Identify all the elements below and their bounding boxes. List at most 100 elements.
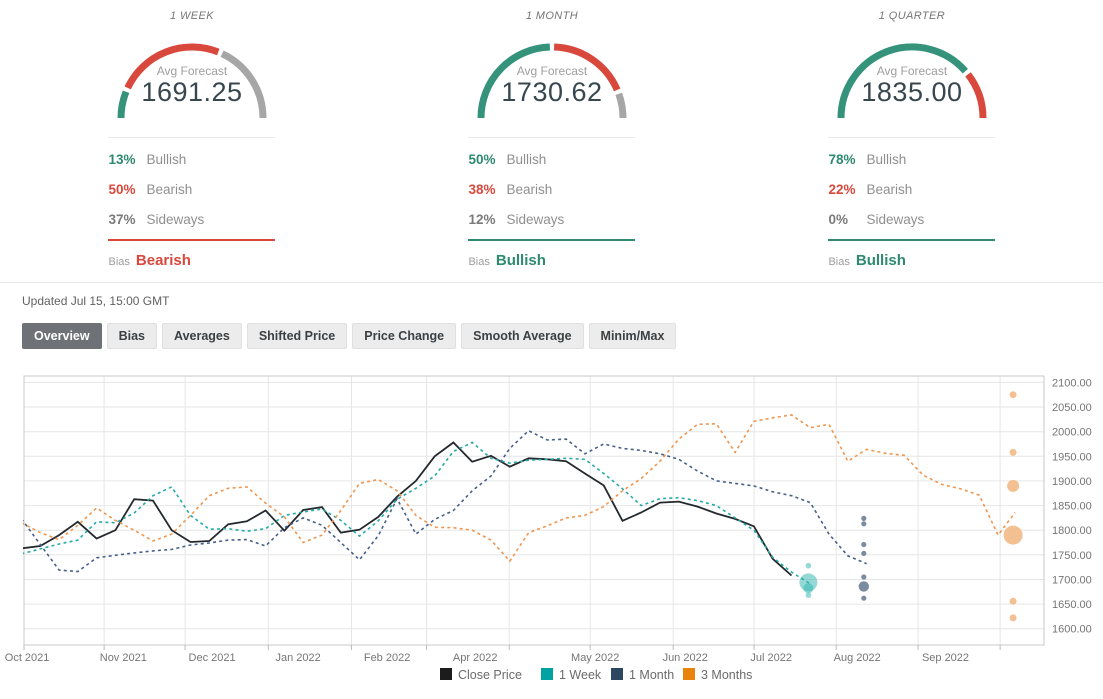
chart-gridlines xyxy=(24,376,1044,645)
bias-label: Bias xyxy=(108,256,130,268)
bias-label: Bias xyxy=(828,256,850,268)
avg-forecast-label: Avg Forecast xyxy=(516,64,588,78)
sentiment-rows: 50% Bullish 38% Bearish 12% Sideways xyxy=(468,144,635,234)
gauge-1-month-wrap: Avg Forecast 1730.62 xyxy=(447,28,657,125)
sideways-pct: 0% xyxy=(828,211,848,227)
svg-text:2000.00: 2000.00 xyxy=(1052,427,1092,439)
bullish-pct: 13% xyxy=(108,151,136,167)
1-month-line xyxy=(23,429,867,573)
avg-forecast-value: 1835.00 xyxy=(861,77,963,107)
avg-forecast-value: 1691.25 xyxy=(141,77,243,107)
sideways-label: Sideways xyxy=(506,211,565,227)
bullish-row: 78% Bullish xyxy=(828,144,995,174)
plot-border xyxy=(23,375,1045,646)
chart-legend: Close Price 1 Week 1 Month 3 Months xyxy=(440,668,752,682)
sideways-label: Sideways xyxy=(866,211,925,227)
divider xyxy=(108,137,276,138)
forecast-panel-1-week: 1 WEEK Avg Forecast 1691.25 13% Bullish … xyxy=(12,0,372,282)
1-week-line xyxy=(23,441,811,585)
tab-shifted-price[interactable]: Shifted Price xyxy=(246,323,348,349)
bullish-pct: 78% xyxy=(828,151,856,167)
svg-text:Jun 2022: Jun 2022 xyxy=(663,652,708,664)
bias-value: Bullish xyxy=(855,252,906,269)
svg-text:Jul 2022: Jul 2022 xyxy=(750,652,792,664)
avg-forecast-label: Avg Forecast xyxy=(876,64,948,78)
svg-text:Aug 2022: Aug 2022 xyxy=(834,652,881,664)
tab-smooth-average[interactable]: Smooth Average xyxy=(461,323,584,349)
svg-text:Nov 2021: Nov 2021 xyxy=(100,652,147,664)
sideways-pct: 12% xyxy=(468,211,496,227)
bearish-label: Bearish xyxy=(866,181,913,197)
bearish-row: 22% Bearish xyxy=(828,174,995,204)
bearish-label: Bearish xyxy=(506,181,553,197)
svg-text:1 Week: 1 Week xyxy=(559,668,602,682)
x-axis-ticks xyxy=(23,645,1001,650)
forecast-chart-svg: 2100.00 2050.00 2000.00 1950.00 1900.00 1850.… xyxy=(5,375,1092,682)
avg-forecast-label: Avg Forecast xyxy=(156,64,228,78)
gauge-1-quarter-wrap: Avg Forecast 1835.00 xyxy=(807,28,1017,125)
svg-text:1800.00: 1800.00 xyxy=(1052,525,1092,537)
gauge-1-week-wrap: Avg Forecast 1691.25 xyxy=(87,28,297,125)
tab-averages[interactable]: Averages xyxy=(162,323,242,349)
legend-close-price: Close Price xyxy=(440,668,522,682)
bearish-pct: 22% xyxy=(828,181,856,197)
bearish-pct: 50% xyxy=(108,181,136,197)
tab-minim-max[interactable]: Minim/Max xyxy=(588,323,677,349)
svg-text:1 Month: 1 Month xyxy=(629,668,674,682)
bullish-label: Bullish xyxy=(506,151,547,167)
avg-forecast-box: Avg Forecast 1835.00 xyxy=(807,64,1017,106)
bullish-row: 13% Bullish xyxy=(108,144,275,174)
bullish-label: Bullish xyxy=(866,151,907,167)
svg-text:May 2022: May 2022 xyxy=(571,652,619,664)
svg-text:Jan 2022: Jan 2022 xyxy=(275,652,320,664)
svg-text:Dec 2021: Dec 2021 xyxy=(189,652,236,664)
tab-overview[interactable]: Overview xyxy=(22,323,102,349)
avg-forecast-box: Avg Forecast 1691.25 xyxy=(87,64,297,106)
forecast-panel-1-quarter: 1 QUARTER Avg Forecast 1835.00 78% Bulli… xyxy=(732,0,1092,282)
bias-underline xyxy=(108,239,276,241)
legend-3-months: 3 Months xyxy=(683,668,752,682)
forecast-panels: 1 WEEK Avg Forecast 1691.25 13% Bullish … xyxy=(0,0,1103,282)
y-axis-labels: 2100.00 2050.00 2000.00 1950.00 1900.00 1850.… xyxy=(1052,377,1092,635)
period-label: 1 QUARTER xyxy=(878,10,946,22)
bullish-row: 50% Bullish xyxy=(468,144,635,174)
3-months-forecast-bubbles xyxy=(1003,391,1023,622)
legend-1-week: 1 Week xyxy=(541,668,602,682)
chart-series xyxy=(23,414,1016,585)
forecast-panel-1-month: 1 MONTH Avg Forecast 1730.62 50% Bullish… xyxy=(372,0,732,282)
svg-text:1600.00: 1600.00 xyxy=(1052,624,1092,636)
bias-underline xyxy=(828,239,996,241)
x-axis-labels: Oct 2021 Nov 2021 Dec 2021 Jan 2022 Feb 2022… xyxy=(5,652,969,664)
bearish-label: Bearish xyxy=(146,181,193,197)
sentiment-rows: 78% Bullish 22% Bearish 0% Sideways xyxy=(828,144,995,234)
bias-row: Bias Bearish xyxy=(108,252,275,269)
svg-text:2100.00: 2100.00 xyxy=(1052,377,1092,389)
bullish-label: Bullish xyxy=(146,151,187,167)
avg-forecast-box: Avg Forecast 1730.62 xyxy=(447,64,657,106)
bias-underline xyxy=(468,239,636,241)
divider xyxy=(828,137,996,138)
bias-row: Bias Bullish xyxy=(468,252,635,269)
sideways-pct: 37% xyxy=(108,211,136,227)
svg-text:Close Price: Close Price xyxy=(458,668,522,682)
bullish-pct: 50% xyxy=(468,151,496,167)
forecast-chart[interactable]: 2100.00 2050.00 2000.00 1950.00 1900.00 1850.… xyxy=(0,368,1103,694)
sideways-row: 37% Sideways xyxy=(108,204,275,234)
bias-value: Bearish xyxy=(135,252,191,269)
1-week-forecast-bubbles xyxy=(799,562,818,598)
bearish-row: 38% Bearish xyxy=(468,174,635,204)
close-price-line xyxy=(23,441,793,577)
svg-text:Feb 2022: Feb 2022 xyxy=(364,652,410,664)
svg-text:2050.00: 2050.00 xyxy=(1052,402,1092,414)
svg-text:1950.00: 1950.00 xyxy=(1052,451,1092,463)
svg-text:1650.00: 1650.00 xyxy=(1052,599,1092,611)
bias-label: Bias xyxy=(468,256,490,268)
tab-bias[interactable]: Bias xyxy=(106,323,157,349)
sideways-label: Sideways xyxy=(146,211,205,227)
bearish-row: 50% Bearish xyxy=(108,174,275,204)
period-label: 1 WEEK xyxy=(170,10,214,22)
svg-text:Apr 2022: Apr 2022 xyxy=(453,652,498,664)
tab-price-change[interactable]: Price Change xyxy=(352,323,457,349)
svg-text:1750.00: 1750.00 xyxy=(1052,550,1092,562)
period-label: 1 MONTH xyxy=(525,10,579,22)
